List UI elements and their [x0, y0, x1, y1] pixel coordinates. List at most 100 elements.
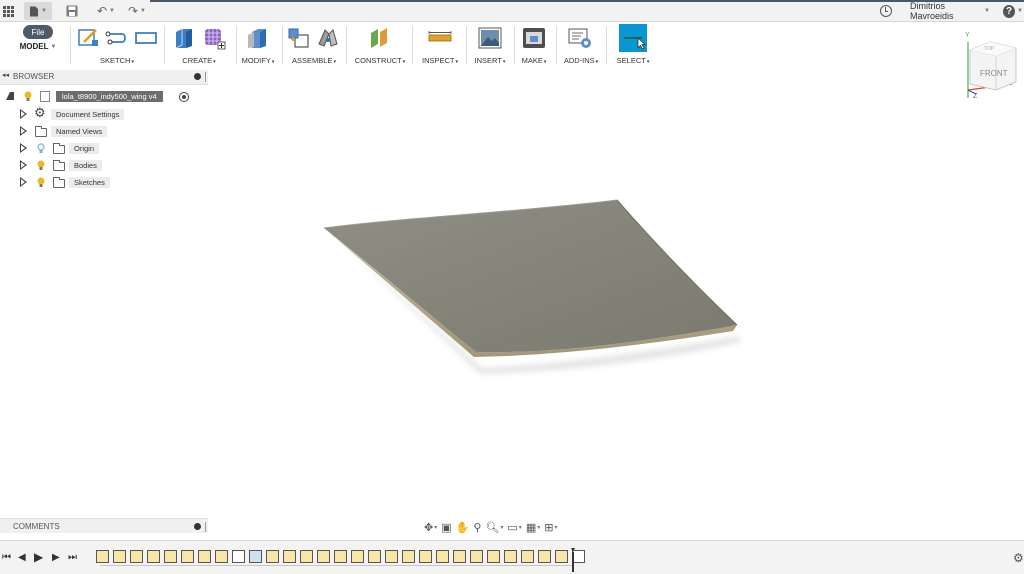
insert-menu[interactable]: INSERT▾ [470, 56, 510, 65]
redo-button[interactable]: ↷ ▼ [124, 2, 150, 20]
browser-root-label[interactable]: lola_t8900_indy500_wing v4 [56, 91, 163, 102]
timeline-sketch-feature-icon[interactable] [402, 550, 415, 563]
construct-menu[interactable]: CONSTRUCT▾ [352, 56, 408, 65]
file-menu-button[interactable]: ▼ [24, 2, 52, 20]
timeline-sketch-feature-icon[interactable] [368, 550, 381, 563]
timeline-feature-icon[interactable] [419, 550, 432, 563]
orbit-button[interactable]: ✥ ▾ [424, 520, 437, 534]
expand-arrow-icon[interactable] [19, 125, 28, 137]
timeline-sketch-feature-icon[interactable] [521, 550, 534, 563]
inspect-menu[interactable]: INSPECT▾ [418, 56, 462, 65]
add-ins-menu[interactable]: ADD-INS▾ [560, 56, 602, 65]
step-forward-icon[interactable]: ▶ [52, 552, 60, 563]
make-menu[interactable]: MAKE▾ [516, 56, 552, 65]
timeline-feature-icon[interactable] [249, 550, 262, 563]
view-cube-top-face[interactable]: TOP [984, 46, 994, 52]
browser-node-sketches[interactable]: Sketches [0, 176, 200, 189]
play-icon[interactable]: ▶ [34, 550, 43, 564]
collapse-arrow-icon[interactable] [6, 92, 14, 100]
new-component-icon[interactable] [287, 26, 311, 50]
activate-component-icon[interactable] [179, 92, 189, 102]
form-icon[interactable] [202, 26, 226, 50]
timeline-feature-icon[interactable] [113, 550, 126, 563]
pin-panel-icon[interactable] [194, 523, 201, 530]
timeline-settings-icon[interactable]: ⚙ [1013, 551, 1024, 565]
timeline-sketch-feature-icon[interactable] [470, 550, 483, 563]
browser-panel-header[interactable]: ◂◂ BROWSER [0, 70, 208, 85]
view-cube[interactable]: FRONT TOP Y Z [960, 30, 1020, 102]
timeline-sketch-feature-icon[interactable] [96, 550, 109, 563]
create-menu[interactable]: CREATE▾ [168, 56, 230, 65]
grid-settings-button[interactable]: ▦ ▾ [526, 520, 540, 534]
modify-menu[interactable]: MODIFY▾ [238, 56, 278, 65]
timeline-feature-icon[interactable] [504, 550, 517, 563]
save-button[interactable] [62, 2, 82, 20]
expand-arrow-icon[interactable] [19, 176, 28, 188]
select-tool-icon[interactable] [619, 24, 647, 52]
line-tool-icon[interactable] [104, 26, 128, 50]
browser-node-named-views[interactable]: Named Views [0, 125, 200, 138]
data-panel-button[interactable] [0, 2, 16, 20]
workspace-mode-dropdown[interactable]: MODEL ▼ [14, 42, 62, 51]
user-account-menu[interactable]: Dimitrios Mavroeidis ▼ [910, 1, 990, 21]
collapse-panel-icon[interactable]: ◂◂ [2, 71, 9, 79]
offset-plane-icon[interactable] [368, 26, 392, 50]
browser-node-document-settings[interactable]: ⚙ Document Settings [0, 106, 200, 121]
expand-arrow-icon[interactable] [19, 142, 28, 154]
visibility-bulb-icon[interactable] [37, 160, 45, 171]
timeline-sketch-feature-icon[interactable] [164, 550, 177, 563]
comments-panel-header[interactable]: COMMENTS [0, 518, 208, 533]
wing-body[interactable] [323, 199, 738, 357]
pan-button[interactable]: ✋ [456, 520, 470, 534]
timeline-feature-icon[interactable] [181, 550, 194, 563]
visibility-bulb-icon[interactable] [24, 91, 32, 102]
select-menu[interactable]: SELECT▾ [610, 56, 656, 65]
zoom-button[interactable]: ⚲ [473, 520, 481, 534]
viewports-button[interactable]: ⊞ ▾ [544, 520, 557, 534]
scripts-addins-icon[interactable] [568, 26, 592, 50]
timeline-sketch-feature-icon[interactable] [436, 550, 449, 563]
timeline-feature-icon[interactable] [555, 550, 568, 563]
browser-node-origin[interactable]: Origin [0, 142, 200, 155]
expand-arrow-icon[interactable] [19, 159, 28, 171]
timeline-marker[interactable] [571, 548, 575, 572]
timeline-sketch-feature-icon[interactable] [283, 550, 296, 563]
file-tab[interactable]: File [23, 25, 53, 39]
timeline-sketch-feature-icon[interactable] [198, 550, 211, 563]
browser-node-bodies[interactable]: Bodies [0, 159, 200, 172]
timeline-sketch-feature-icon[interactable] [300, 550, 313, 563]
panel-grip-icon[interactable] [205, 72, 207, 82]
workspace-switcher[interactable]: File MODEL ▼ [14, 24, 62, 64]
help-button[interactable]: ? ▼ [1003, 2, 1023, 20]
timeline-sketch-feature-icon[interactable] [317, 550, 330, 563]
timeline-sketch-feature-icon[interactable] [334, 550, 347, 563]
fit-button[interactable]: 🔍︎ ▾ [485, 520, 503, 534]
visibility-bulb-icon[interactable] [37, 177, 45, 188]
rectangle-tool-icon[interactable] [134, 26, 158, 50]
go-to-end-icon[interactable]: ⏭ [68, 552, 77, 563]
expand-arrow-icon[interactable] [19, 108, 28, 120]
display-settings-button[interactable]: ▭ ▾ [507, 520, 521, 534]
timeline-feature-icon[interactable] [232, 550, 245, 563]
extrude-icon[interactable] [172, 26, 196, 50]
timeline-feature-icon[interactable] [147, 550, 160, 563]
go-to-start-icon[interactable]: ⏮ [2, 552, 11, 563]
timeline-feature-icon[interactable] [215, 550, 228, 563]
timeline-sketch-feature-icon[interactable] [266, 550, 279, 563]
look-at-button[interactable]: ▣ [441, 520, 451, 534]
timeline-feature-icon[interactable] [453, 550, 466, 563]
timeline-feature-icon[interactable] [351, 550, 364, 563]
undo-button[interactable]: ↶ ▼ [93, 2, 119, 20]
timeline-sketch-feature-icon[interactable] [538, 550, 551, 563]
step-back-icon[interactable]: ◀ [18, 552, 26, 563]
timeline-sketch-feature-icon[interactable] [130, 550, 143, 563]
insert-canvas-icon[interactable] [478, 26, 502, 50]
panel-grip-icon[interactable] [205, 522, 207, 532]
visibility-bulb-off-icon[interactable] [37, 143, 45, 154]
joint-icon[interactable] [316, 26, 340, 50]
create-sketch-icon[interactable] [76, 26, 100, 50]
browser-root-node[interactable]: lola_t8900_indy500_wing v4 [0, 90, 200, 103]
view-cube-front-face[interactable]: FRONT [980, 69, 1008, 78]
assemble-menu[interactable]: ASSEMBLE▾ [286, 56, 342, 65]
sketch-menu[interactable]: SKETCH▾ [74, 56, 160, 65]
